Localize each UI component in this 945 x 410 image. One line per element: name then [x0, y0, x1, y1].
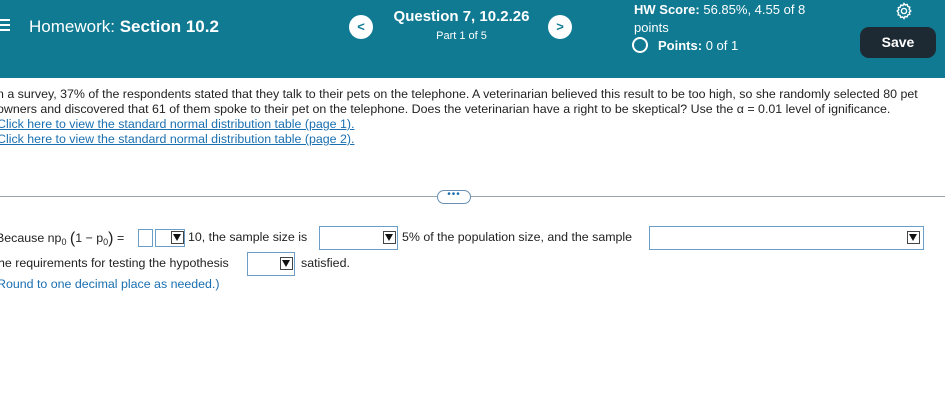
previous-question-button[interactable]: <	[349, 15, 373, 39]
homework-label: Homework:	[29, 17, 115, 36]
gear-icon[interactable]	[894, 1, 914, 21]
answer-line-2-suffix: satisfied.	[301, 256, 350, 270]
question-title: Question 7, 10.2.26	[393, 8, 530, 25]
homework-title: Homework: Section 10.2	[29, 17, 219, 37]
answer-line-1: Because np0 (1 − p0) =	[0, 230, 124, 248]
points-status: Points: 0 of 1	[632, 37, 738, 53]
section-name: Section 10.2	[119, 17, 219, 36]
hw-score-unit: points	[634, 20, 669, 35]
menu-icon[interactable]	[0, 19, 10, 32]
question-part: Part 1 of 5	[436, 30, 487, 42]
normal-table-link-page-2[interactable]: Click here to view the standard normal d…	[0, 132, 937, 147]
one-minus-p: 1 − p	[75, 231, 104, 245]
points-value: 0 of 1	[705, 38, 739, 53]
np-label: Because np	[0, 231, 62, 245]
equals-sign: =	[116, 231, 125, 245]
chevron-right-icon: >	[556, 19, 564, 34]
close-paren: )	[108, 230, 114, 247]
chevron-down-icon[interactable]	[280, 257, 293, 270]
save-button[interactable]: Save	[860, 27, 936, 58]
points-circle-icon	[632, 37, 648, 53]
np-value-input[interactable]	[138, 229, 153, 247]
answer-line-1-mid: 5% of the population size, and the sampl…	[402, 230, 633, 244]
answer-line-2: he requirements for testing the hypothes…	[0, 256, 229, 270]
expand-toggle[interactable]: •••	[437, 190, 471, 204]
divider	[0, 196, 945, 197]
points-label: Points:	[658, 38, 703, 53]
answer-line-1-text: 10, the sample size is	[188, 230, 308, 244]
sample-dropdown[interactable]	[649, 226, 924, 250]
hw-score-label: HW Score:	[634, 2, 700, 17]
chevron-down-icon[interactable]	[907, 231, 920, 244]
chevron-down-icon[interactable]	[383, 231, 396, 244]
question-text: n a survey, 37% of the respondents state…	[0, 87, 918, 116]
rounding-note: Round to one decimal place as needed.)	[0, 277, 220, 291]
np-subscript: 0	[61, 237, 67, 247]
next-question-button[interactable]: >	[548, 15, 572, 39]
chevron-down-icon[interactable]	[171, 231, 184, 244]
question-body: n a survey, 37% of the respondents state…	[0, 87, 937, 147]
hw-score: HW Score: 56.85%, 4.55 of 8 points	[634, 1, 834, 37]
top-bar: Homework: Section 10.2 < Question 7, 10.…	[0, 0, 945, 78]
normal-table-link-page-1[interactable]: Click here to view the standard normal d…	[0, 117, 937, 132]
chevron-left-icon: <	[357, 19, 365, 34]
hw-score-value: 56.85%, 4.55 of 8	[703, 2, 806, 17]
